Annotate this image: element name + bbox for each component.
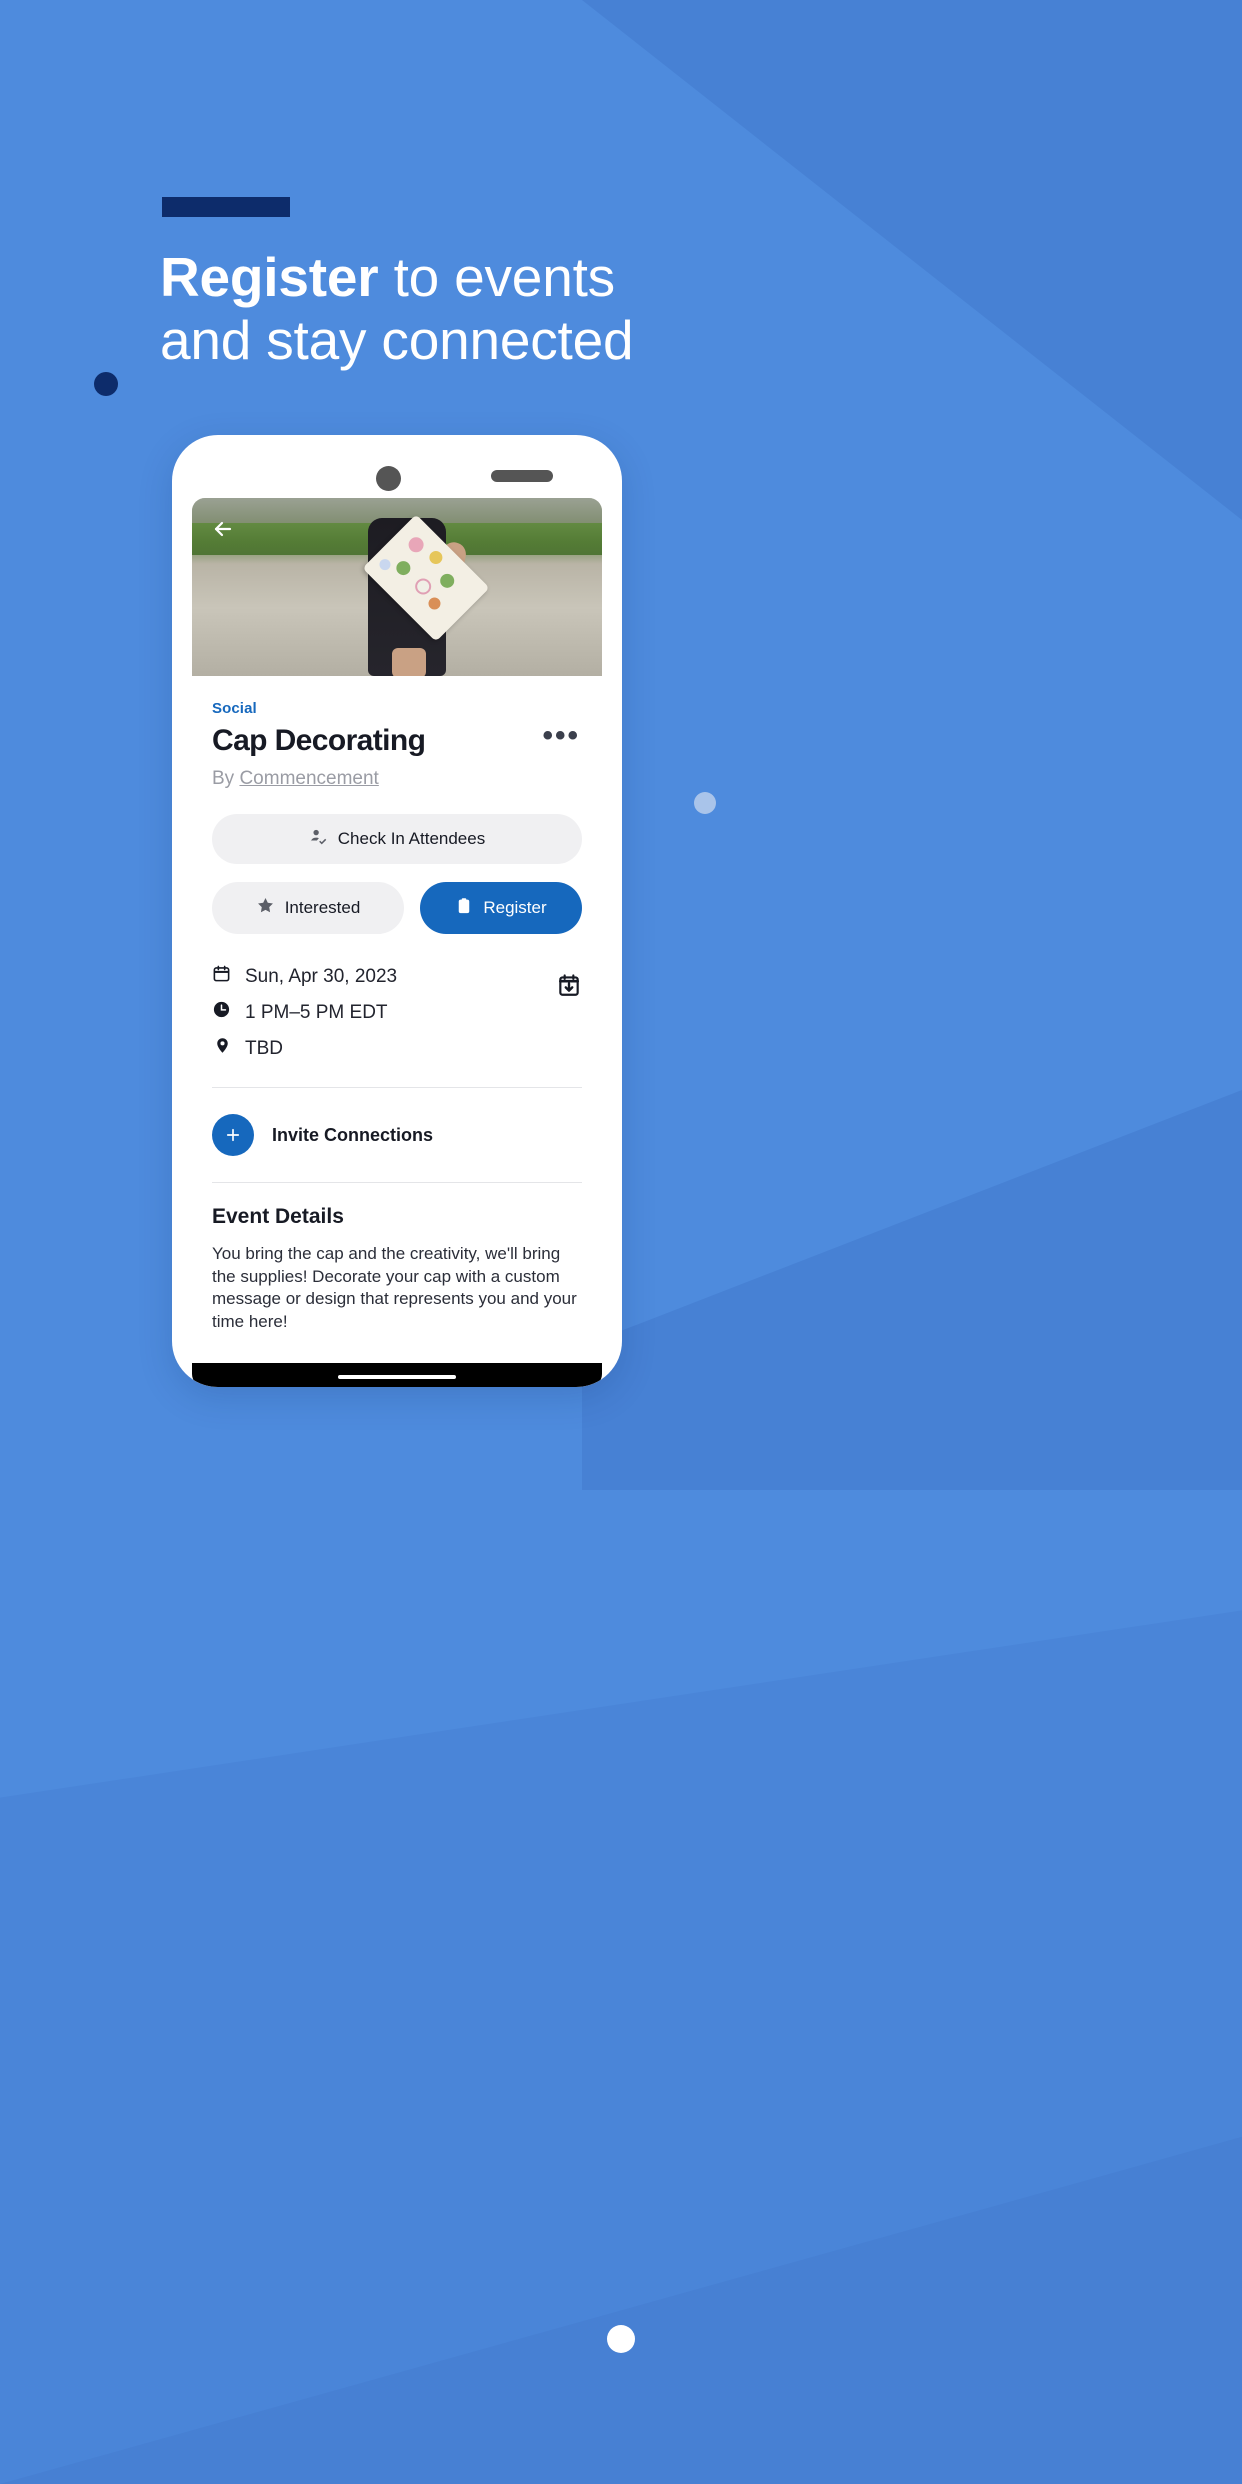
event-date-row: Sun, Apr 30, 2023 <box>212 964 397 989</box>
background-wedge-middle-right <box>582 1090 1242 1490</box>
event-date: Sun, Apr 30, 2023 <box>245 965 398 987</box>
hero-person-legs <box>392 648 426 676</box>
event-title-row: Cap Decorating ••• <box>212 721 582 757</box>
headline-rest: to events <box>378 246 616 308</box>
clock-icon <box>212 1000 231 1025</box>
event-meta-rows: Sun, Apr 30, 2023 1 PM–5 PM EDT TBD <box>212 964 397 1061</box>
event-time-row: 1 PM–5 PM EDT <box>212 1000 397 1025</box>
phone-mockup: Social Cap Decorating ••• By Commencemen… <box>172 435 622 1387</box>
register-button[interactable]: Register <box>420 882 582 934</box>
invite-connections-label: Invite Connections <box>272 1124 434 1145</box>
event-time: 1 PM–5 PM EDT <box>245 1001 388 1023</box>
decorative-dot-dark <box>94 372 118 396</box>
background-wedge-bottom-secondary <box>0 2136 1242 2484</box>
calendar-download-icon[interactable] <box>556 964 582 1003</box>
interested-button[interactable]: Interested <box>212 882 404 934</box>
event-location: TBD <box>245 1037 283 1059</box>
promo-screen: Register to events and stay connected So… <box>0 0 1242 2484</box>
person-check-icon <box>309 827 328 851</box>
event-hero-image <box>192 498 602 676</box>
phone-bottom-bezel <box>192 1363 602 1387</box>
headline-strong: Register <box>160 246 379 308</box>
calendar-icon <box>212 964 231 989</box>
home-indicator <box>338 1375 456 1379</box>
event-location-row: TBD <box>212 1036 397 1061</box>
front-camera-icon <box>376 466 401 491</box>
check-in-attendees-label: Check In Attendees <box>337 829 486 848</box>
accent-bar <box>162 197 290 217</box>
event-details-heading: Event Details <box>212 1205 344 1228</box>
event-action-row: Interested Register <box>212 882 582 934</box>
register-label: Register <box>483 898 547 917</box>
check-in-attendees-button[interactable]: Check In Attendees <box>212 814 582 864</box>
event-host-line: By Commencement <box>212 768 582 790</box>
headline-line2: and stay connected <box>160 308 634 371</box>
clipboard-icon <box>455 897 473 920</box>
interested-label: Interested <box>284 898 361 917</box>
event-meta: Sun, Apr 30, 2023 1 PM–5 PM EDT TBD <box>212 964 582 1061</box>
star-icon <box>256 896 275 920</box>
carousel-page-indicator[interactable] <box>607 2325 635 2353</box>
plus-icon <box>212 1114 254 1156</box>
more-options-icon[interactable]: ••• <box>532 721 582 757</box>
location-pin-icon <box>212 1036 231 1061</box>
event-category[interactable]: Social <box>212 700 582 717</box>
arrow-left-icon[interactable] <box>208 514 238 544</box>
event-card-body: Social Cap Decorating ••• By Commencemen… <box>192 676 602 1333</box>
earpiece-speaker-icon <box>491 470 553 482</box>
phone-screen: Social Cap Decorating ••• By Commencemen… <box>192 498 602 1387</box>
decorative-dot-light <box>694 792 716 814</box>
event-title: Cap Decorating <box>212 724 426 757</box>
event-host-link[interactable]: Commencement <box>239 768 378 789</box>
by-prefix: By <box>212 768 240 789</box>
page-title: Register to events and stay connected <box>160 246 1060 371</box>
event-details-body: You bring the cap and the creativity, we… <box>212 1244 577 1331</box>
invite-connections-button[interactable]: Invite Connections <box>212 1088 582 1182</box>
